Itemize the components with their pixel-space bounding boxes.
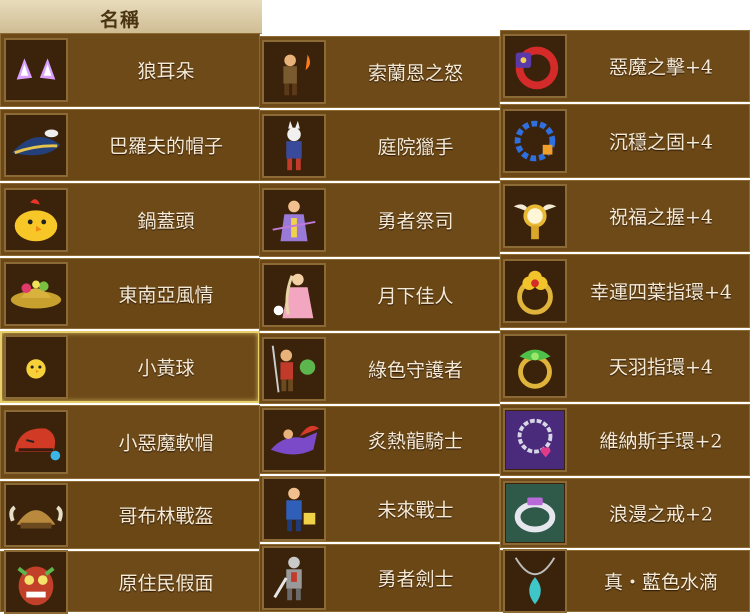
winged-watch-icon — [503, 184, 567, 248]
item-name: 小黃球 — [137, 357, 195, 380]
list-item[interactable]: 幸運四葉指環+4 — [500, 254, 750, 328]
item-name: 真・藍色水滴 — [603, 571, 718, 594]
item-name: 綠色守護者 — [367, 359, 463, 381]
dragon-rider-icon — [262, 408, 326, 472]
list-item[interactable]: 勇者祭司 — [259, 183, 500, 257]
goblin-helmet-icon — [4, 483, 68, 547]
list-item[interactable]: 哥布林戰盔 — [0, 481, 260, 549]
priest-character-icon — [262, 188, 326, 252]
item-name: 巴羅夫的帽子 — [108, 135, 223, 158]
item-column-2: 索蘭恩之怒 庭院獵手 勇者祭司 月下佳人 綠色守護者 炙熱龍騎士 未來戰士 勇者… — [259, 36, 500, 612]
item-name: 浪漫之戒+2 — [608, 503, 713, 526]
lady-character-icon — [262, 263, 326, 327]
list-item[interactable]: 未來戰士 — [259, 476, 500, 542]
list-item[interactable]: 勇者劍士 — [259, 544, 500, 612]
list-item[interactable]: 沉穩之固+4 — [500, 104, 750, 178]
item-name: 索蘭恩之怒 — [367, 62, 463, 85]
item-name: 勇者祭司 — [377, 210, 454, 233]
item-name: 東南亞風情 — [118, 284, 214, 306]
list-item[interactable]: 炙熱龍騎士 — [259, 406, 500, 474]
clover-ring-icon — [503, 259, 567, 323]
list-item[interactable]: 東南亞風情 — [0, 258, 260, 329]
item-name: 原住民假面 — [118, 572, 214, 594]
item-name: 沉穩之固+4 — [608, 131, 713, 154]
list-item[interactable]: 狼耳朵 — [0, 33, 260, 107]
devil-cap-icon — [4, 410, 68, 474]
guardian-character-icon — [262, 336, 326, 401]
pirate-hat-icon — [4, 113, 68, 177]
item-name: 祝福之握+4 — [608, 206, 713, 229]
wolf-ears-icon — [4, 38, 68, 102]
item-name: 狼耳朵 — [137, 60, 195, 83]
list-item[interactable]: 庭院獵手 — [259, 110, 500, 181]
list-item[interactable]: 祝福之握+4 — [500, 180, 750, 252]
item-column-3: 惡魔之擊+4 沉穩之固+4 祝福之握+4 幸運四葉指環+4 天羽指環+4 維納斯… — [500, 30, 750, 613]
demon-bracelet-icon — [503, 34, 567, 98]
list-item[interactable]: 惡魔之擊+4 — [500, 30, 750, 102]
item-name: 小惡魔軟帽 — [118, 432, 214, 455]
silver-ring-icon — [503, 481, 567, 545]
fox-character-icon — [262, 113, 326, 178]
heart-bracelet-icon — [503, 408, 567, 472]
yellow-chick-helmet-icon — [4, 187, 68, 252]
blue-chain-icon — [503, 109, 567, 173]
list-item[interactable]: 月下佳人 — [259, 259, 500, 331]
item-name: 幸運四葉指環+4 — [589, 281, 732, 304]
yellow-ball-icon — [4, 335, 68, 399]
list-item[interactable]: 綠色守護者 — [259, 333, 500, 404]
future-warrior-icon — [262, 477, 326, 541]
list-item[interactable]: 浪漫之戒+2 — [500, 478, 750, 548]
item-name: 庭院獵手 — [377, 136, 454, 158]
list-item[interactable]: 維納斯手環+2 — [500, 404, 750, 476]
swordsman-character-icon — [262, 546, 326, 610]
flower-hat-icon — [4, 261, 68, 326]
list-item[interactable]: 原住民假面 — [0, 549, 260, 614]
list-item[interactable]: 真・藍色水滴 — [500, 549, 750, 613]
list-item[interactable]: 鍋蓋頭 — [0, 183, 260, 256]
item-name: 未來戰士 — [377, 499, 454, 522]
list-item[interactable]: 小惡魔軟帽 — [0, 405, 260, 479]
list-item[interactable]: 索蘭恩之怒 — [259, 36, 500, 108]
item-name: 勇者劍士 — [377, 568, 454, 591]
item-column-1: 狼耳朵 巴羅夫的帽子 鍋蓋頭 東南亞風情 小黃球 小惡魔軟帽 哥布林戰盔 原住民… — [0, 33, 260, 614]
item-name: 炙熱龍騎士 — [367, 430, 463, 453]
item-name: 天羽指環+4 — [608, 356, 713, 379]
list-item[interactable]: 巴羅夫的帽子 — [0, 109, 260, 181]
item-name: 哥布林戰盔 — [118, 505, 214, 528]
feather-ring-icon — [503, 334, 567, 398]
item-name: 惡魔之擊+4 — [608, 56, 713, 79]
list-item[interactable]: 小黃球 — [0, 331, 260, 403]
warrior-character-icon — [262, 40, 326, 104]
item-name: 鍋蓋頭 — [137, 210, 195, 232]
item-name: 維納斯手環+2 — [599, 430, 723, 453]
blue-drop-necklace-icon — [503, 549, 567, 613]
name-column-header: 名稱 — [0, 0, 262, 34]
list-item[interactable]: 天羽指環+4 — [500, 330, 750, 402]
tribal-mask-icon — [4, 549, 68, 614]
header-title: 名稱 — [100, 9, 141, 31]
item-name: 月下佳人 — [377, 285, 454, 308]
